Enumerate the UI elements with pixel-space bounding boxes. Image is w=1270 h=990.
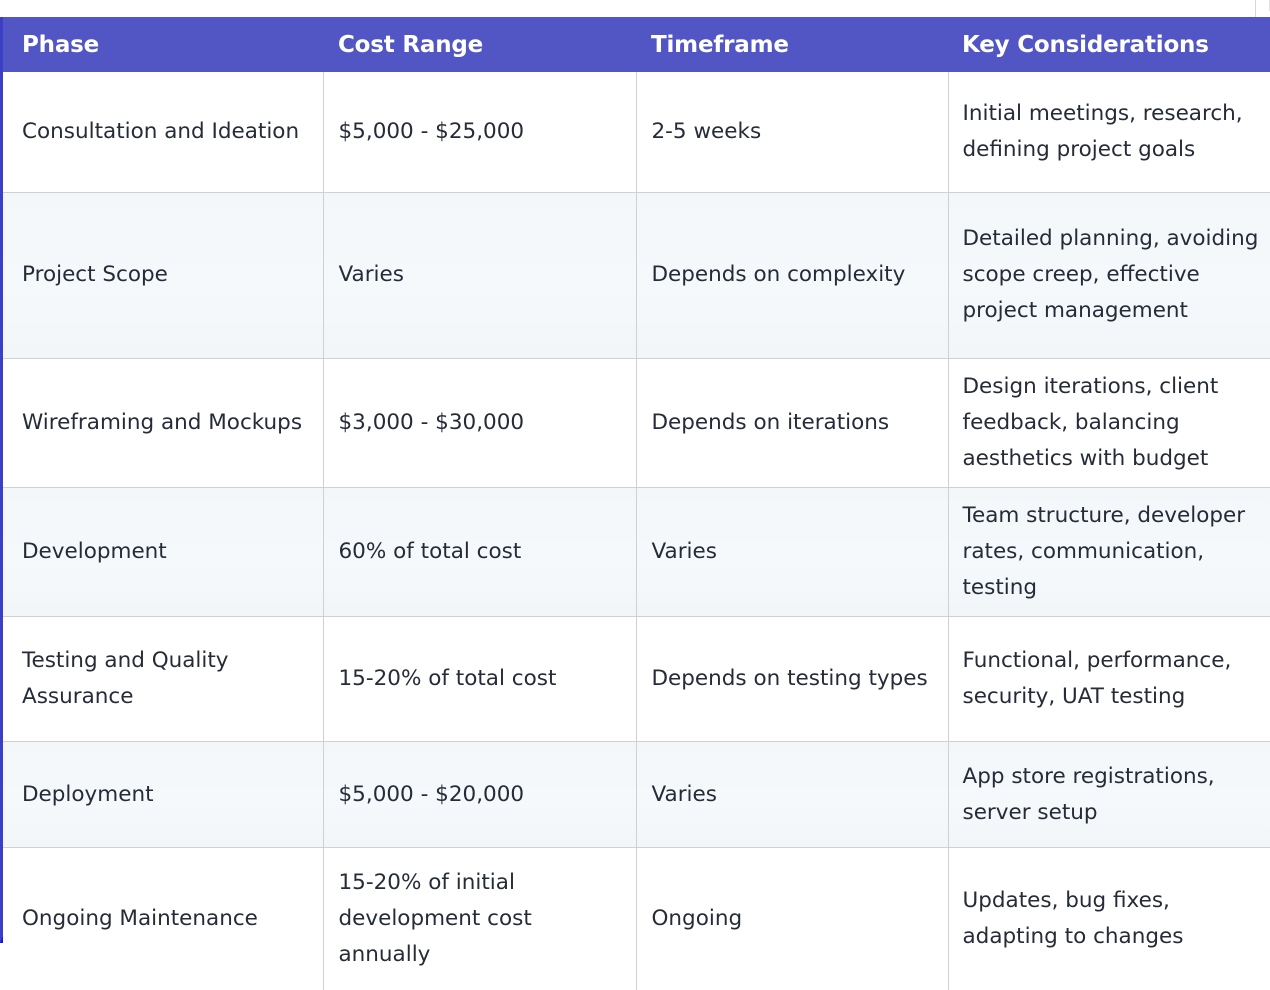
cell-timeframe: Ongoing bbox=[636, 847, 949, 990]
table-row: Development 60% of total cost Varies Tea… bbox=[3, 486, 1270, 618]
cell-key-considerations: Initial meetings, research, defining pro… bbox=[948, 72, 1270, 193]
cell-cost-range: $5,000 - $25,000 bbox=[323, 72, 637, 193]
cell-key-considerations: Detailed planning, avoiding scope creep,… bbox=[948, 191, 1270, 359]
cell-timeframe: Varies bbox=[636, 486, 949, 618]
page-top-margin bbox=[0, 0, 1270, 17]
cell-cost-range: Varies bbox=[323, 191, 637, 359]
column-header-phase[interactable]: Phase bbox=[3, 17, 323, 72]
cell-key-considerations: Team structure, developer rates, communi… bbox=[948, 486, 1270, 618]
table-row: Project Scope Varies Depends on complexi… bbox=[3, 191, 1270, 359]
table-body: Consultation and Ideation $5,000 - $25,0… bbox=[3, 72, 1270, 990]
cost-breakdown-table-frame: Phase Cost Range Timeframe Key Considera… bbox=[0, 17, 1270, 990]
cost-breakdown-table: Phase Cost Range Timeframe Key Considera… bbox=[3, 17, 1270, 990]
cell-key-considerations: Updates, bug fixes, adapting to changes bbox=[948, 847, 1270, 990]
cell-phase: Consultation and Ideation bbox=[3, 72, 324, 193]
table-header-row: Phase Cost Range Timeframe Key Considera… bbox=[3, 17, 1270, 72]
cell-cost-range: $3,000 - $30,000 bbox=[323, 357, 637, 488]
cell-phase: Testing and Quality Assurance bbox=[3, 616, 324, 743]
table-row: Ongoing Maintenance 15-20% of initial de… bbox=[3, 847, 1270, 990]
cell-timeframe: Varies bbox=[636, 741, 949, 849]
cell-phase: Development bbox=[3, 486, 324, 618]
cell-key-considerations: Design iterations, client feedback, bala… bbox=[948, 357, 1270, 488]
cell-cost-range: $5,000 - $20,000 bbox=[323, 741, 637, 849]
page-canvas: Phase Cost Range Timeframe Key Considera… bbox=[0, 0, 1270, 990]
cell-timeframe: 2-5 weeks bbox=[636, 72, 949, 193]
table-row: Wireframing and Mockups $3,000 - $30,000… bbox=[3, 357, 1270, 488]
cell-phase: Wireframing and Mockups bbox=[3, 357, 324, 488]
cell-timeframe: Depends on complexity bbox=[636, 191, 949, 359]
cell-timeframe: Depends on testing types bbox=[636, 616, 949, 743]
table-row: Deployment $5,000 - $20,000 Varies App s… bbox=[3, 741, 1270, 849]
table-row: Consultation and Ideation $5,000 - $25,0… bbox=[3, 72, 1270, 193]
cell-phase: Ongoing Maintenance bbox=[3, 847, 324, 990]
cell-phase: Deployment bbox=[3, 741, 324, 849]
cell-cost-range: 15-20% of total cost bbox=[323, 616, 637, 743]
cell-phase: Project Scope bbox=[3, 191, 324, 359]
table-row: Testing and Quality Assurance 15-20% of … bbox=[3, 616, 1270, 743]
scrollbar-track-sliver[interactable] bbox=[1255, 0, 1256, 17]
column-header-timeframe[interactable]: Timeframe bbox=[636, 17, 948, 72]
column-header-cost-range[interactable]: Cost Range bbox=[323, 17, 636, 72]
column-header-key-considerations[interactable]: Key Considerations bbox=[948, 17, 1270, 72]
table-header: Phase Cost Range Timeframe Key Considera… bbox=[3, 17, 1270, 72]
cell-cost-range: 60% of total cost bbox=[323, 486, 637, 618]
cell-cost-range: 15-20% of initial development cost annua… bbox=[323, 847, 637, 990]
cell-timeframe: Depends on iterations bbox=[636, 357, 949, 488]
cell-key-considerations: App store registrations, server setup bbox=[948, 741, 1270, 849]
cell-key-considerations: Functional, performance, security, UAT t… bbox=[948, 616, 1270, 743]
